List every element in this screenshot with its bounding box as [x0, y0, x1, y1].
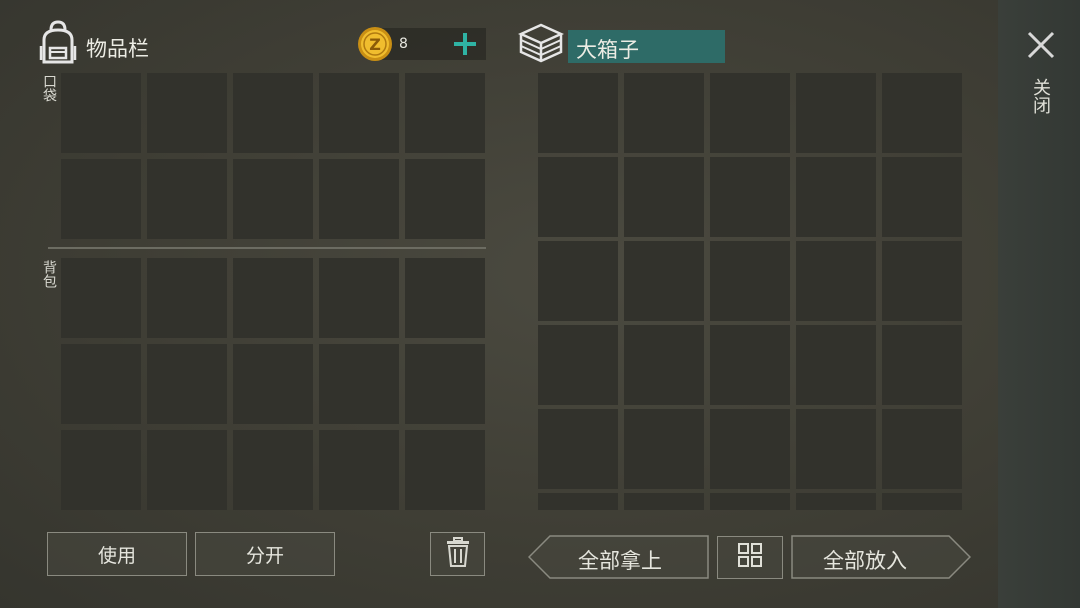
- plus-icon[interactable]: [452, 31, 478, 57]
- container-slot[interactable]: [710, 73, 790, 153]
- coin-icon: Z: [356, 25, 394, 63]
- stacked-boxes-icon: [517, 22, 565, 64]
- backpack-slot[interactable]: [61, 430, 141, 510]
- close-label: 关闭: [1030, 78, 1051, 114]
- pocket-slot[interactable]: [405, 73, 485, 153]
- pocket-label: 口袋: [41, 74, 57, 102]
- pocket-slot[interactable]: [319, 73, 399, 153]
- pocket-slot[interactable]: [233, 159, 313, 239]
- pocket-slot[interactable]: [147, 159, 227, 239]
- close-icon: [1026, 30, 1056, 64]
- backpack-slot[interactable]: [405, 430, 485, 510]
- use-button[interactable]: 使用: [47, 532, 187, 576]
- container-slot[interactable]: [624, 157, 704, 237]
- container-slot[interactable]: [796, 157, 876, 237]
- put-all-button[interactable]: 全部放入: [791, 535, 971, 579]
- backpack-slot[interactable]: [319, 258, 399, 338]
- put-all-label: 全部放入: [823, 549, 907, 573]
- pocket-slot[interactable]: [61, 73, 141, 153]
- grid-icon: [737, 542, 763, 573]
- container-slot[interactable]: [710, 493, 790, 510]
- inventory-title: 物品栏: [86, 37, 149, 61]
- container-slot[interactable]: [624, 325, 704, 405]
- container-slot[interactable]: [882, 73, 962, 153]
- split-button[interactable]: 分开: [195, 532, 335, 576]
- take-all-label: 全部拿上: [578, 549, 662, 573]
- coin-count: 8: [399, 36, 408, 52]
- backpack-slot[interactable]: [61, 344, 141, 424]
- container-slot[interactable]: [882, 409, 962, 489]
- container-slot[interactable]: [796, 325, 876, 405]
- pocket-slot[interactable]: [61, 159, 141, 239]
- container-slot[interactable]: [538, 73, 618, 153]
- container-slot[interactable]: [624, 241, 704, 321]
- backpack-slot[interactable]: [233, 430, 313, 510]
- backpack-slot[interactable]: [147, 258, 227, 338]
- container-slot[interactable]: [624, 409, 704, 489]
- container-slot[interactable]: [710, 325, 790, 405]
- backpack-slot[interactable]: [319, 430, 399, 510]
- section-divider: [48, 247, 486, 249]
- backpack-slot[interactable]: [233, 258, 313, 338]
- container-slot[interactable]: [796, 241, 876, 321]
- backpack-slot[interactable]: [61, 258, 141, 338]
- pocket-slot[interactable]: [405, 159, 485, 239]
- container-slot[interactable]: [882, 241, 962, 321]
- container-slot[interactable]: [796, 73, 876, 153]
- container-slot[interactable]: [538, 493, 618, 510]
- container-slot[interactable]: [882, 325, 962, 405]
- container-slot[interactable]: [710, 157, 790, 237]
- svg-text:Z: Z: [369, 35, 381, 54]
- container-name: 大箱子: [576, 38, 639, 62]
- take-all-button[interactable]: 全部拿上: [528, 535, 709, 579]
- container-slot[interactable]: [538, 157, 618, 237]
- backpack-label: 背包: [41, 260, 57, 288]
- trash-button[interactable]: [430, 532, 485, 576]
- backpack-slot[interactable]: [233, 344, 313, 424]
- trash-icon: [446, 536, 470, 572]
- container-slot[interactable]: [796, 409, 876, 489]
- container-slot[interactable]: [538, 241, 618, 321]
- backpack-slot[interactable]: [147, 344, 227, 424]
- container-slot[interactable]: [710, 241, 790, 321]
- container-slot[interactable]: [882, 493, 962, 510]
- sort-grid-button[interactable]: [717, 536, 783, 579]
- close-button[interactable]: 关闭: [1020, 26, 1062, 126]
- backpack-slot[interactable]: [405, 344, 485, 424]
- container-slot[interactable]: [624, 493, 704, 510]
- pocket-slot[interactable]: [147, 73, 227, 153]
- container-slot[interactable]: [710, 409, 790, 489]
- backpack-slot[interactable]: [319, 344, 399, 424]
- pocket-slot[interactable]: [319, 159, 399, 239]
- container-slot[interactable]: [538, 409, 618, 489]
- container-slot[interactable]: [882, 157, 962, 237]
- backpack-slot[interactable]: [405, 258, 485, 338]
- container-slot[interactable]: [624, 73, 704, 153]
- backpack-slot[interactable]: [147, 430, 227, 510]
- container-slot[interactable]: [538, 325, 618, 405]
- pocket-slot[interactable]: [233, 73, 313, 153]
- container-slot[interactable]: [796, 493, 876, 510]
- backpack-icon: [38, 20, 78, 64]
